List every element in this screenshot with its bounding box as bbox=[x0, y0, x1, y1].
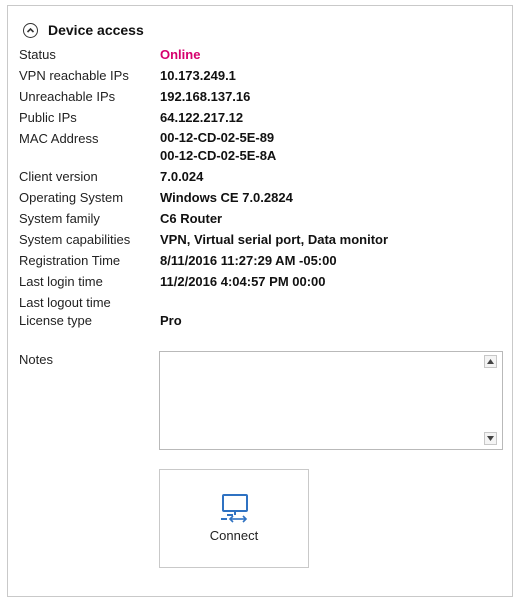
connect-label: Connect bbox=[209, 528, 259, 543]
triangle-down-glyph bbox=[487, 436, 494, 441]
registration-time-label: Registration Time bbox=[19, 253, 121, 268]
chevron-up-icon[interactable] bbox=[23, 22, 38, 38]
last-login-time-row: Last login time 11/2/2016 4:04:57 PM 00:… bbox=[19, 272, 509, 292]
status-label: Status bbox=[19, 47, 56, 62]
system-capabilities-row: System capabilities VPN, Virtual serial … bbox=[19, 230, 509, 250]
connect-button[interactable]: Connect bbox=[159, 469, 309, 568]
section-title: Device access bbox=[48, 22, 144, 38]
chevron-up-glyph bbox=[26, 27, 35, 33]
license-type-label: License type bbox=[19, 313, 92, 328]
mac-address-label: MAC Address bbox=[19, 131, 99, 146]
last-login-time-label: Last login time bbox=[19, 274, 103, 289]
client-version-value: 7.0.024 bbox=[160, 169, 204, 184]
system-family-value: C6 Router bbox=[160, 211, 223, 226]
unreachable-ips-label: Unreachable IPs bbox=[19, 89, 116, 104]
notes-textarea[interactable] bbox=[159, 351, 503, 450]
status-value: Online bbox=[160, 47, 201, 62]
registration-time-value: 8/11/2016 11:27:29 AM -05:00 bbox=[160, 253, 337, 268]
scroll-down-icon[interactable] bbox=[484, 432, 497, 445]
operating-system-value: Windows CE 7.0.2824 bbox=[160, 190, 293, 205]
last-login-time-value: 11/2/2016 4:04:57 PM 00:00 bbox=[160, 274, 326, 289]
notes-label: Notes bbox=[19, 352, 53, 367]
operating-system-label: Operating System bbox=[19, 190, 124, 205]
status-row: Status Online bbox=[19, 45, 509, 65]
operating-system-row: Operating System Windows CE 7.0.2824 bbox=[19, 188, 509, 208]
license-type-value: Pro bbox=[160, 313, 182, 328]
last-logout-time-label: Last logout time bbox=[19, 295, 111, 310]
system-family-label: System family bbox=[19, 211, 100, 226]
mac-address-row: MAC Address 00-12-CD-02-5E-89 00-12-CD-0… bbox=[19, 129, 509, 167]
mac-address-value-2: 00-12-CD-02-5E-8A bbox=[160, 148, 277, 163]
vpn-reachable-ips-label: VPN reachable IPs bbox=[19, 68, 129, 83]
system-capabilities-value: VPN, Virtual serial port, Data monitor bbox=[160, 232, 389, 247]
registration-time-row: Registration Time 8/11/2016 11:27:29 AM … bbox=[19, 251, 509, 271]
section-header[interactable]: Device access bbox=[23, 20, 144, 40]
device-access-panel: Device access Status Online VPN reachabl… bbox=[7, 5, 513, 597]
system-capabilities-label: System capabilities bbox=[19, 232, 131, 247]
public-ips-value: 64.122.217.12 bbox=[160, 110, 244, 125]
unreachable-ips-value: 192.168.137.16 bbox=[160, 89, 251, 104]
unreachable-ips-row: Unreachable IPs 192.168.137.16 bbox=[19, 87, 509, 107]
mac-address-values: 00-12-CD-02-5E-89 00-12-CD-02-5E-8A bbox=[160, 129, 276, 167]
public-ips-label: Public IPs bbox=[19, 110, 77, 125]
scroll-up-icon[interactable] bbox=[484, 355, 497, 368]
vpn-reachable-ips-row: VPN reachable IPs 10.173.249.1 bbox=[19, 66, 509, 86]
public-ips-row: Public IPs 64.122.217.12 bbox=[19, 108, 509, 128]
last-logout-time-row: Last logout time bbox=[19, 293, 509, 313]
mac-address-value-1: 00-12-CD-02-5E-89 bbox=[160, 130, 275, 145]
vpn-reachable-ips-value: 10.173.249.1 bbox=[160, 68, 236, 83]
system-family-row: System family C6 Router bbox=[19, 209, 509, 229]
license-type-row: License type Pro bbox=[19, 311, 509, 331]
triangle-up-glyph bbox=[487, 359, 494, 364]
remote-desktop-connect-icon bbox=[221, 494, 248, 523]
client-version-row: Client version 7.0.024 bbox=[19, 167, 509, 187]
client-version-label: Client version bbox=[19, 169, 98, 184]
